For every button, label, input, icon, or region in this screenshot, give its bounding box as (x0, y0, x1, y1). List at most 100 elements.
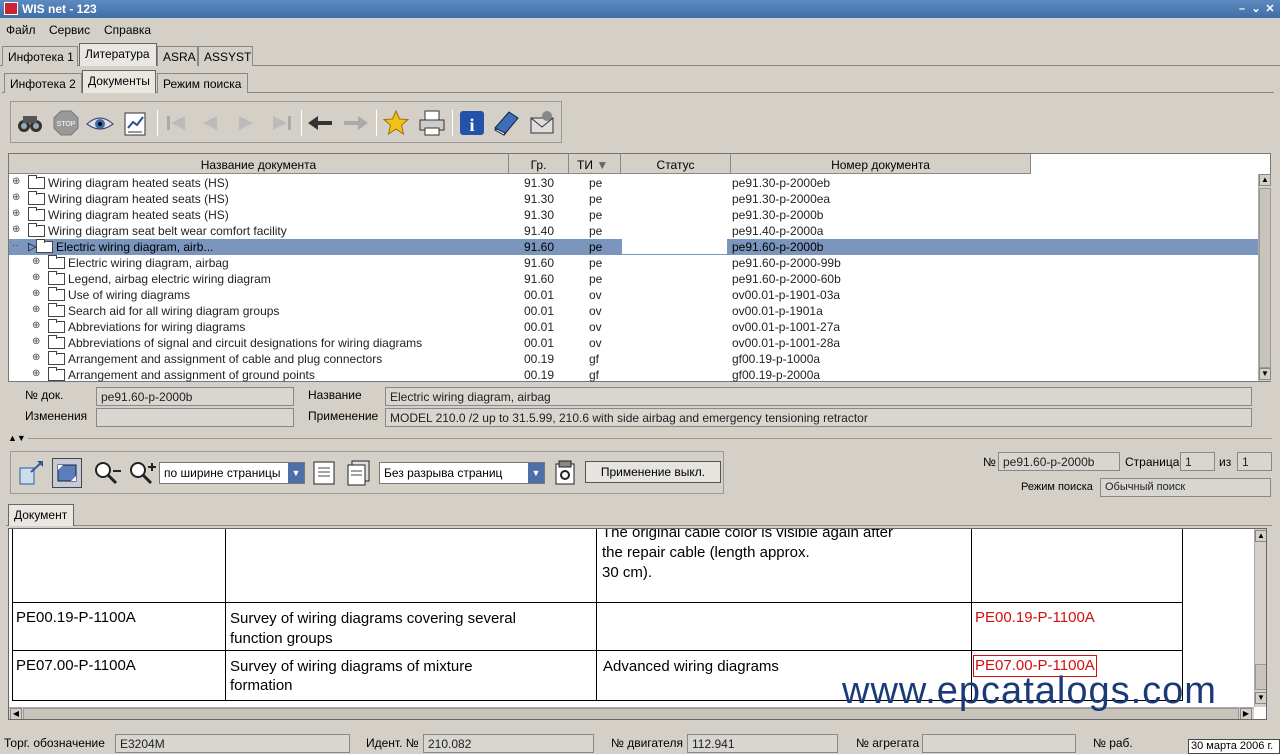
folder-icon (48, 271, 65, 285)
table-row[interactable]: ⊕ Wiring diagram heated seats (HS) 91.30 pe… (9, 207, 1259, 223)
help-book-icon[interactable] (491, 108, 521, 138)
table-row[interactable]: ⊕ Use of wiring diagrams 00.01 ov ov00.01-p-… (9, 287, 1259, 303)
fullscreen-icon[interactable] (52, 458, 82, 488)
scroll-thumb[interactable] (1259, 188, 1271, 368)
chart-report-icon[interactable] (121, 108, 151, 138)
table-row[interactable]: ⊕ Abbreviations for wiring diagrams 00.01 o… (9, 319, 1259, 335)
group-cell: 91.40 (524, 224, 555, 238)
chevron-down-icon: ▼ (528, 463, 544, 483)
scroll-down-icon[interactable]: ▼ (1259, 368, 1271, 380)
tab-search-mode[interactable]: Режим поиска (157, 73, 248, 93)
table-row[interactable]: ⊕ Wiring diagram heated seats (HS) 91.30 pe… (9, 175, 1259, 191)
tree-expand-icon[interactable]: ⊕ (32, 336, 40, 347)
splitter-arrows-icon[interactable]: ▲▼ (8, 433, 26, 443)
tree-expand-icon[interactable]: ⊕ (12, 224, 20, 235)
tab-assyst[interactable]: ASSYST (198, 46, 253, 66)
menu-help[interactable]: Справка (104, 23, 151, 37)
trade-field: E3204M (115, 734, 350, 753)
minimize-button[interactable]: – (1236, 3, 1248, 15)
doc-link[interactable]: PE00.19-P-1100A (975, 608, 1095, 628)
menu-service[interactable]: Сервис (49, 23, 90, 37)
table-row[interactable]: ⊕ Electric wiring diagram, airbag 91.60 pe p… (9, 255, 1259, 271)
table-row[interactable]: ⊕ Legend, airbag electric wiring diagram 9… (9, 271, 1259, 287)
zoom-select[interactable]: по ширине страницы ▼ (159, 462, 305, 484)
doc-number-cell: pe91.60-p-2000-60b (732, 272, 841, 286)
page-count-field: 1 (1237, 452, 1272, 471)
tab-documents[interactable]: Документы (82, 70, 156, 93)
back-icon[interactable] (305, 108, 335, 138)
doc-code-cell: PE07.00-P-1100A (16, 657, 136, 674)
doc-number-cell: pe91.30-p-2000ea (732, 192, 831, 206)
tree-expand-icon[interactable]: ⊕ (32, 368, 40, 379)
status-cell (622, 191, 727, 206)
tree-collapse-icon[interactable]: ·· (12, 240, 19, 251)
menu-file[interactable]: Файл (6, 23, 36, 37)
scroll-up-icon[interactable]: ▲ (1259, 174, 1271, 186)
apply-off-button[interactable]: Применение выкл. (585, 461, 721, 483)
zoom-in-icon[interactable] (127, 458, 157, 488)
next-page-icon[interactable] (231, 108, 261, 138)
multi-page-icon[interactable] (344, 458, 374, 488)
table-row[interactable]: ⊕ Arrangement and assignment of cable and… (9, 351, 1259, 367)
doc-note-cell: Advanced wiring diagrams (603, 658, 779, 675)
tree-expand-icon[interactable]: ⊕ (32, 352, 40, 363)
tree-expand-icon[interactable]: ⊕ (32, 288, 40, 299)
tab-infoteka-2[interactable]: Инфотека 2 (4, 73, 82, 93)
table-row[interactable]: ⊕ Abbreviations of signal and circuit des… (9, 335, 1259, 351)
tab-asra[interactable]: ASRA (157, 46, 198, 66)
page-break-select[interactable]: Без разрыва страниц ▼ (379, 462, 545, 484)
table-row[interactable]: ⊕ Arrangement and assignment of ground po… (9, 367, 1259, 383)
doc-name-cell: Wiring diagram heated seats (HS) (48, 192, 229, 206)
column-header-status[interactable]: Статус (621, 154, 731, 174)
scroll-up-icon[interactable]: ▲ (1255, 530, 1266, 542)
fit-resize-icon[interactable] (17, 458, 47, 488)
tree-expand-icon[interactable]: ⊕ (12, 176, 20, 187)
scroll-thumb[interactable] (1255, 664, 1266, 690)
table-row[interactable]: ⊕ Search aid for all wiring diagram group… (9, 303, 1259, 319)
single-page-icon[interactable] (309, 458, 339, 488)
tree-expand-icon[interactable]: ⊕ (32, 304, 40, 315)
previous-page-icon[interactable] (195, 108, 225, 138)
print-icon[interactable] (417, 108, 447, 138)
tree-expand-icon[interactable]: ⊕ (32, 272, 40, 283)
doc-vertical-scrollbar[interactable]: ▲ ▼ (1254, 529, 1266, 707)
folder-icon (48, 287, 65, 301)
column-header-type[interactable]: ТИ ▼ (569, 154, 621, 174)
tab-infoteka-1[interactable]: Инфотека 1 (2, 46, 78, 66)
tab-document[interactable]: Документ (8, 504, 74, 526)
scroll-right-icon[interactable]: ▶ (1240, 708, 1252, 719)
tab-literature[interactable]: Литература (79, 43, 157, 66)
eye-icon[interactable] (85, 108, 115, 138)
column-header-group[interactable]: Гр. (509, 154, 569, 174)
trade-label: Торг. обозначение (4, 736, 105, 750)
scroll-left-icon[interactable]: ◀ (10, 708, 22, 719)
forward-icon[interactable] (341, 108, 371, 138)
page-settings-icon[interactable] (550, 458, 580, 488)
table-row[interactable]: ⊕ Wiring diagram seat belt wear comfort f… (9, 223, 1259, 239)
last-page-icon[interactable] (267, 108, 297, 138)
maximize-button[interactable]: ⌄ (1250, 3, 1262, 15)
stop-icon[interactable]: STOP (51, 108, 81, 138)
tree-expand-icon[interactable]: ⊕ (32, 256, 40, 267)
mail-icon[interactable] (527, 108, 557, 138)
scroll-down-icon[interactable]: ▼ (1255, 692, 1266, 704)
tree-expand-icon[interactable]: ⊕ (12, 192, 20, 203)
tree-expand-icon[interactable]: ⊕ (32, 320, 40, 331)
column-header-doc-number[interactable]: Номер документа (731, 154, 1031, 174)
doc-note-line-2: the repair cable (length approx. (602, 544, 810, 561)
first-page-icon[interactable] (161, 108, 191, 138)
doc-name-cell: Abbreviations of signal and circuit desi… (68, 336, 423, 350)
table-row[interactable]: ⊕ Wiring diagram heated seats (HS) 91.30 pe… (9, 191, 1259, 207)
page-field[interactable]: 1 (1180, 452, 1215, 471)
info-icon[interactable]: i (457, 108, 487, 138)
close-button[interactable]: ✕ (1264, 3, 1276, 15)
document-toolbar: STOP i (10, 101, 562, 143)
column-header-name[interactable]: Название документа (9, 154, 509, 174)
tree-expand-icon[interactable]: ⊕ (12, 208, 20, 219)
group-cell: 00.01 (524, 304, 555, 318)
table-row[interactable]: ·· ▷ Electric wiring diagram, airb... 91.60… (9, 239, 1259, 255)
binoculars-icon[interactable] (15, 108, 45, 138)
list-vertical-scrollbar[interactable]: ▲ ▼ (1258, 174, 1271, 381)
favorites-star-icon[interactable] (381, 108, 411, 138)
zoom-out-icon[interactable] (92, 458, 122, 488)
